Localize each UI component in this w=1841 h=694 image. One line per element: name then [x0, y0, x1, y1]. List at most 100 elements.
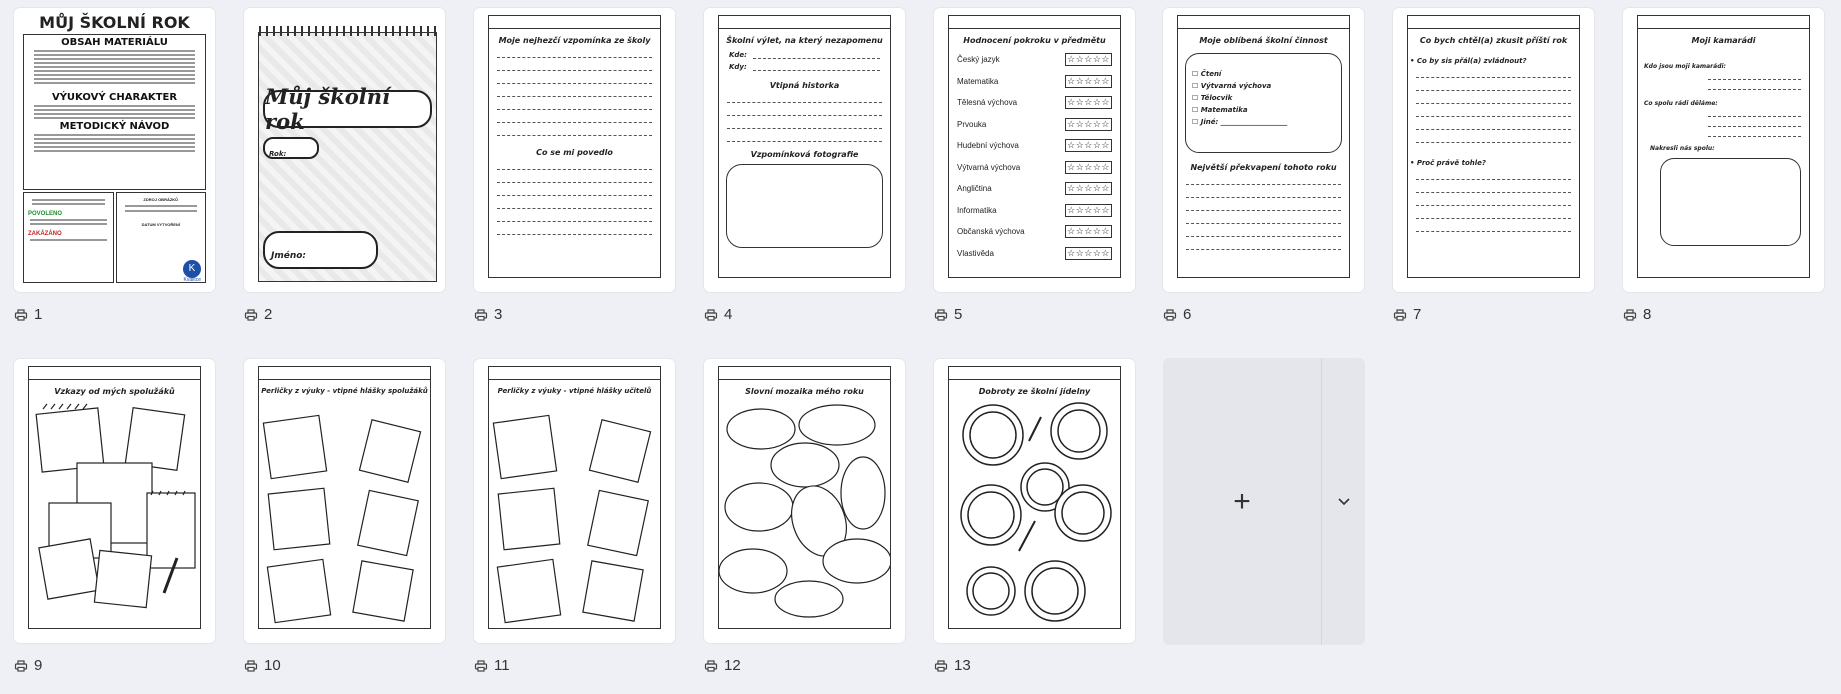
- page-number-7: 7: [1393, 306, 1421, 323]
- page-title: Moji kamarádi: [1691, 36, 1756, 45]
- notes-illustration: [492, 414, 652, 624]
- page-title: Školní výlet, na který nezapomenu: [726, 36, 883, 45]
- question-label: Nakresli nás spolu:: [1650, 145, 1715, 152]
- cover-title: MŮJ ŠKOLNÍ ROK: [39, 13, 190, 32]
- page-title: Perličky z výuky - vtipné hlášky učitelů: [497, 387, 652, 395]
- print-icon: [244, 659, 258, 672]
- page-number-6: 6: [1163, 306, 1191, 323]
- section-title: Největší překvapení tohoto roku: [1190, 163, 1337, 172]
- subject-label: Tělesná výchova: [957, 98, 1018, 108]
- print-icon: [14, 659, 28, 672]
- question-label: Co spolu rádi děláme:: [1644, 100, 1718, 107]
- page-thumbnail-8[interactable]: Moji kamarádi Kdo jsou moji kamarádi: Co…: [1623, 8, 1824, 292]
- page-title: Dobroty ze školní jídelny: [978, 387, 1091, 396]
- section-title: Vzpomínková fotografie: [750, 150, 859, 159]
- cover-title: Můj školní rok: [265, 84, 391, 134]
- option-checkbox: ☐ Matematika: [1192, 106, 1248, 114]
- rating-stars: ☆☆☆☆☆: [1065, 74, 1112, 88]
- page-number-12: 12: [704, 657, 741, 674]
- print-icon: [1393, 308, 1407, 321]
- page-thumbnail-4[interactable]: Školní výlet, na který nezapomenu Kde: K…: [704, 8, 905, 292]
- when-label: Kdy:: [729, 63, 747, 71]
- page-number-2: 2: [244, 306, 272, 323]
- section-title: Co se mi povedlo: [536, 148, 613, 157]
- notes-illustration: [35, 403, 196, 609]
- where-label: Kde:: [729, 51, 747, 59]
- source-label: ZDROJ OBRÁZKŮ: [143, 197, 179, 202]
- page-thumbnail-6[interactable]: Moje oblíbená školní činnost ☐ Čtení ☐ V…: [1163, 8, 1364, 292]
- print-icon: [474, 659, 488, 672]
- section-heading: METODICKÝ NÁVOD: [59, 121, 170, 132]
- add-page-dropdown-button[interactable]: [1321, 358, 1365, 645]
- page-title: Moje oblíbená školní činnost: [1199, 36, 1328, 45]
- page-number-5: 5: [934, 306, 962, 323]
- page-number-10: 10: [244, 657, 281, 674]
- page-number-9: 9: [14, 657, 42, 674]
- print-icon: [244, 308, 258, 321]
- rating-stars: ☆☆☆☆☆: [1065, 246, 1112, 260]
- plates-illustration: [960, 402, 1112, 622]
- section-title: Vtipná historka: [769, 81, 840, 90]
- subject-label: Angličtina: [957, 184, 992, 194]
- subject-label: Výtvarná výchova: [957, 162, 1021, 172]
- print-icon: [14, 308, 28, 321]
- page-title: Vzkazy od mých spolužáků: [54, 387, 175, 396]
- subject-label: Vlastivěda: [957, 248, 994, 258]
- page-thumbnail-7[interactable]: Co bych chtěl(a) zkusit příští rok • Co …: [1393, 8, 1594, 292]
- rating-stars: ☆☆☆☆☆: [1065, 53, 1112, 67]
- allowed-label: POVOLENO: [28, 211, 63, 217]
- brand-logo: K: [183, 260, 201, 278]
- page-thumbnail-12[interactable]: Slovní mozaika mého roku: [704, 359, 905, 643]
- rating-stars: ☆☆☆☆☆: [1065, 225, 1112, 239]
- chevron-down-icon: [1337, 497, 1350, 505]
- page-thumbnail-1[interactable]: MŮJ ŠKOLNÍ ROK OBSAH MATERIÁLU VÝUKOVÝ C…: [14, 8, 215, 292]
- question-label: Kdo jsou moji kamarádi:: [1644, 63, 1726, 70]
- page-thumbnail-3[interactable]: Moje nejhezčí vzpomínka ze školy Co se m…: [474, 8, 675, 292]
- print-icon: [934, 308, 948, 321]
- subject-label: Občanská výchova: [957, 227, 1025, 237]
- subject-label: Hudební výchova: [957, 141, 1019, 151]
- print-icon: [1163, 308, 1177, 321]
- page-title: Co bych chtěl(a) zkusit příští rok: [1419, 36, 1568, 45]
- subject-label: Informatika: [957, 205, 997, 215]
- question-label: • Co by sis přál(a) zvládnout?: [1410, 57, 1527, 65]
- rating-stars: ☆☆☆☆☆: [1065, 160, 1112, 174]
- option-checkbox: ☐ Tělocvik: [1192, 94, 1233, 102]
- drawing-frame: [1660, 158, 1801, 246]
- add-page-tile: +: [1163, 358, 1365, 645]
- rating-stars: ☆☆☆☆☆: [1065, 96, 1112, 110]
- plus-icon: +: [1233, 484, 1251, 518]
- option-checkbox: ☐ Výtvarná výchova: [1192, 82, 1272, 90]
- print-icon: [474, 308, 488, 321]
- page-number-11: 11: [474, 657, 510, 674]
- rating-stars: ☆☆☆☆☆: [1065, 182, 1112, 196]
- page-number-13: 13: [934, 657, 971, 674]
- page-thumbnail-9[interactable]: Vzkazy od mých spolužáků: [14, 359, 215, 643]
- rating-stars: ☆☆☆☆☆: [1065, 203, 1112, 217]
- page-thumbnail-13[interactable]: Dobroty ze školní jídelny: [934, 359, 1135, 643]
- name-label: Jméno:: [271, 251, 307, 261]
- page-thumbnail-2[interactable]: Můj školní rok Rok: Jméno:: [244, 8, 445, 292]
- print-icon: [1623, 308, 1637, 321]
- print-icon: [704, 308, 718, 321]
- rating-stars: ☆☆☆☆☆: [1065, 139, 1112, 153]
- page-number-1: 1: [14, 306, 42, 323]
- page-title: Slovní mozaika mého roku: [745, 387, 864, 396]
- page-number-4: 4: [704, 306, 732, 323]
- page-thumbnail-11[interactable]: Perličky z výuky - vtipné hlášky učitelů: [474, 359, 675, 643]
- notes-illustration: [262, 414, 422, 624]
- question-label: • Proč právě tohle?: [1410, 159, 1486, 167]
- year-label: Rok:: [269, 150, 287, 158]
- section-heading: OBSAH MATERIÁLU: [61, 37, 168, 48]
- ovals-illustration: [719, 404, 890, 618]
- page-title: Perličky z výuky - vtipné hlášky spolužá…: [261, 387, 428, 395]
- page-thumbnail-10[interactable]: Perličky z výuky - vtipné hlášky spolužá…: [244, 359, 445, 643]
- page-thumbnail-5[interactable]: Hodnocení pokroku v předmětu Český jazyk…: [934, 8, 1135, 292]
- print-icon: [934, 659, 948, 672]
- date-label: DATUM VYTVOŘENÍ: [141, 222, 180, 227]
- add-page-button[interactable]: +: [1163, 358, 1321, 645]
- subject-label: Prvouka: [957, 119, 987, 129]
- brand-name: Kvalitce: [183, 277, 201, 283]
- section-heading: VÝUKOVÝ CHARAKTER: [51, 92, 178, 103]
- option-checkbox: ☐ Čtení: [1192, 70, 1222, 78]
